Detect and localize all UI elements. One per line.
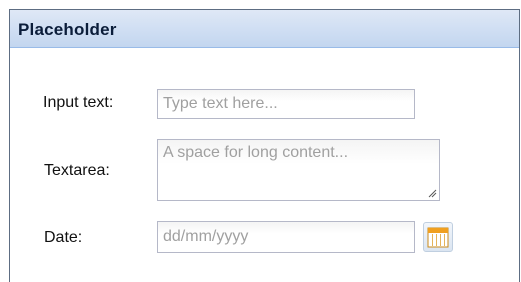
panel-title: Placeholder — [18, 20, 117, 39]
input-text-label: Input text: — [43, 94, 114, 111]
panel-header: Placeholder — [10, 10, 519, 48]
textarea-field[interactable] — [157, 139, 440, 201]
date-label: Date: — [44, 229, 83, 246]
date-picker-button[interactable] — [423, 222, 453, 252]
calendar-icon — [427, 227, 449, 248]
input-text-field[interactable] — [157, 89, 415, 119]
date-field[interactable] — [157, 221, 415, 253]
form-panel: Placeholder Input text: Textarea: Date: — [9, 9, 520, 282]
textarea-label: Textarea: — [44, 162, 110, 179]
